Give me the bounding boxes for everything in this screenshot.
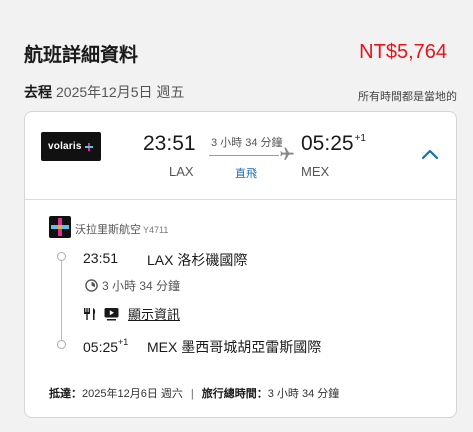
flight-detail: 沃拉里斯航空Y4711 23:51 LAX 洛杉磯國際 3 小時 34 分鐘 xyxy=(25,200,456,417)
detail-departure-time: 23:51 xyxy=(83,250,119,266)
detail-duration-row: 3 小時 34 分鐘 xyxy=(85,277,180,294)
total-price: NT$5,764 xyxy=(359,41,447,63)
detail-departure-airport: LAX 洛杉磯國際 xyxy=(147,252,248,268)
summary-arrival-time: 05:25+1 xyxy=(301,132,366,156)
arrival-label: 抵達： xyxy=(49,388,82,400)
total-time-value: 3 小時 34 分鐘 xyxy=(267,388,340,400)
detail-arrival-airport: MEX 墨西哥城胡亞雷斯國際 xyxy=(147,339,322,355)
fork-knife-icon xyxy=(84,307,96,320)
timeline-line xyxy=(61,256,62,340)
detail-duration: 3 小時 34 分鐘 xyxy=(102,279,181,293)
arrival-dot xyxy=(57,340,66,349)
leg-label: 去程 xyxy=(24,84,52,100)
amenities-row: 顯示資訊 xyxy=(83,304,180,323)
page-title: 航班詳細資料 xyxy=(24,45,139,66)
total-time-label: 旅行總時間： xyxy=(201,388,268,400)
airline-name: 沃拉里斯航空 Y4711 xyxy=(75,221,168,237)
detail-arrival-time: 05:25+1 xyxy=(83,337,128,355)
summary-departure-code: LAX xyxy=(169,164,194,179)
plane-icon xyxy=(280,147,294,160)
stops-label: 直飛 xyxy=(235,168,257,180)
summary-departure-time: 23:51 xyxy=(143,132,196,155)
airline-logo: volaris xyxy=(41,132,101,161)
leg-date: 2025年12月5日 週五 xyxy=(56,84,185,100)
departure-dot xyxy=(57,252,66,261)
arrival-date: 2025年12月6日 週六 xyxy=(82,388,183,400)
flight-code: Y4711 xyxy=(143,225,169,235)
summary-arrival-code: MEX xyxy=(301,164,330,179)
flight-card: volaris 23:51 LAX 3 小時 34 分鐘 直飛 05:25+1 … xyxy=(24,111,457,418)
show-info-link[interactable]: 顯示資訊 xyxy=(128,304,180,323)
summary-duration: 3 小時 34 分鐘 xyxy=(211,137,283,149)
footer-divider: | xyxy=(190,388,194,400)
local-time-note: 所有時間都是當地的 xyxy=(358,91,457,103)
flight-summary[interactable]: volaris 23:51 LAX 3 小時 34 分鐘 直飛 05:25+1 … xyxy=(25,112,456,200)
summary-arrival-day-offset: +1 xyxy=(354,133,366,144)
airline-name-text: 沃拉里斯航空 xyxy=(75,224,141,236)
route-line xyxy=(209,155,279,156)
airline-small-logo xyxy=(49,216,71,238)
trip-footer: 抵達：2025年12月6日 週六 | 旅行總時間：3 小時 34 分鐘 xyxy=(49,385,339,401)
leg-header: 去程 2025年12月5日 週五 xyxy=(24,82,184,102)
screen-icon xyxy=(104,307,119,320)
detail-arrival-time-value: 05:25 xyxy=(83,339,119,355)
summary-arrival-time-value: 05:25 xyxy=(301,132,354,155)
sparkle-icon xyxy=(84,142,93,151)
detail-arrival-day-offset: +1 xyxy=(118,337,129,347)
chevron-up-icon[interactable] xyxy=(421,148,439,160)
clock-icon xyxy=(85,279,98,292)
airline-logo-text: volaris xyxy=(48,141,82,152)
